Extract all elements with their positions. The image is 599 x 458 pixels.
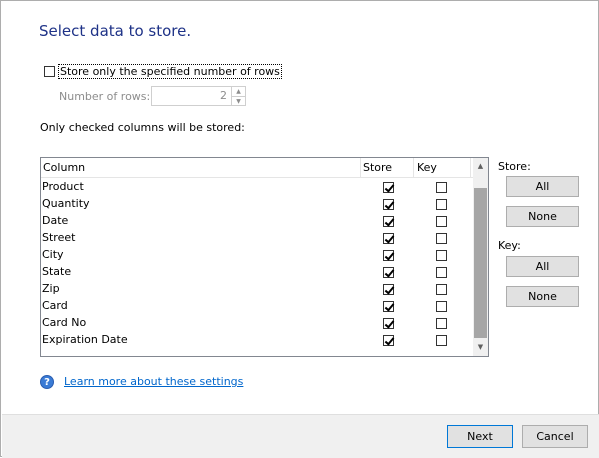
spin-up-icon[interactable]: ▲ <box>231 87 245 96</box>
column-name: State <box>42 265 72 278</box>
store-checkbox[interactable] <box>383 199 394 210</box>
scroll-up-icon[interactable]: ▲ <box>473 158 488 175</box>
column-name: Zip <box>42 282 60 295</box>
store-all-button[interactable]: All <box>506 176 579 197</box>
key-checkbox[interactable] <box>436 199 447 210</box>
table-row[interactable]: Card <box>41 297 471 314</box>
store-data-dialog: Select data to store. Store only the spe… <box>0 0 599 458</box>
store-checkbox[interactable] <box>383 250 394 261</box>
num-rows-label: Number of rows: <box>59 90 151 103</box>
store-checkbox[interactable] <box>383 284 394 295</box>
store-rows-label[interactable]: Store only the specified number of rows <box>58 64 282 79</box>
key-checkbox[interactable] <box>436 267 447 278</box>
column-name: City <box>42 248 64 261</box>
store-header[interactable]: Store <box>363 161 392 174</box>
table-row[interactable]: State <box>41 263 471 280</box>
store-panel-label: Store: <box>498 160 531 173</box>
grid-header: Column Store Key <box>41 158 487 178</box>
key-checkbox[interactable] <box>436 335 447 346</box>
column-name: Card No <box>42 316 87 329</box>
store-checkbox[interactable] <box>383 318 394 329</box>
key-checkbox[interactable] <box>436 216 447 227</box>
column-name: Product <box>42 180 84 193</box>
spin-down-icon[interactable]: ▼ <box>231 96 245 105</box>
next-button[interactable]: Next <box>447 425 513 448</box>
table-row[interactable]: Zip <box>41 280 471 297</box>
key-checkbox[interactable] <box>436 182 447 193</box>
column-name: Card <box>42 299 68 312</box>
table-row[interactable]: Quantity <box>41 195 471 212</box>
columns-grid: Column Store Key Product Quantity Date Stre… <box>40 157 489 357</box>
table-row[interactable]: Expiration Date <box>41 331 471 348</box>
column-name: Expiration Date <box>42 333 128 346</box>
store-none-button[interactable]: None <box>506 206 579 227</box>
key-all-button[interactable]: All <box>506 256 579 277</box>
column-name: Date <box>42 214 69 227</box>
key-panel-label: Key: <box>498 239 521 252</box>
num-rows-value: 2 <box>220 89 227 102</box>
scroll-thumb[interactable] <box>474 188 487 338</box>
store-checkbox[interactable] <box>383 233 394 244</box>
scroll-down-icon[interactable]: ▼ <box>473 339 488 356</box>
key-checkbox[interactable] <box>436 318 447 329</box>
key-checkbox[interactable] <box>436 233 447 244</box>
dialog-footer: Next Cancel <box>2 414 599 458</box>
help-icon[interactable]: ? <box>40 375 54 389</box>
only-checked-label: Only checked columns will be stored: <box>40 121 245 134</box>
table-row[interactable]: City <box>41 246 471 263</box>
store-checkbox[interactable] <box>383 182 394 193</box>
column-header[interactable]: Column <box>43 161 85 174</box>
store-checkbox[interactable] <box>383 267 394 278</box>
table-row[interactable]: Card No <box>41 314 471 331</box>
column-name: Quantity <box>42 197 90 210</box>
store-checkbox[interactable] <box>383 335 394 346</box>
key-checkbox[interactable] <box>436 301 447 312</box>
table-row[interactable]: Product <box>41 178 471 195</box>
cancel-button[interactable]: Cancel <box>522 425 588 448</box>
key-checkbox[interactable] <box>436 250 447 261</box>
table-row[interactable]: Street <box>41 229 471 246</box>
table-row[interactable]: Date <box>41 212 471 229</box>
store-rows-checkbox[interactable] <box>44 66 55 77</box>
key-none-button[interactable]: None <box>506 286 579 307</box>
num-rows-stepper[interactable]: 2 ▲ ▼ <box>151 86 246 106</box>
grid-scrollbar[interactable]: ▲ ▼ <box>473 158 488 356</box>
key-header[interactable]: Key <box>417 161 437 174</box>
column-name: Street <box>42 231 76 244</box>
store-checkbox[interactable] <box>383 301 394 312</box>
key-checkbox[interactable] <box>436 284 447 295</box>
learn-more-link[interactable]: Learn more about these settings <box>64 375 243 388</box>
store-checkbox[interactable] <box>383 216 394 227</box>
page-title: Select data to store. <box>39 22 192 40</box>
